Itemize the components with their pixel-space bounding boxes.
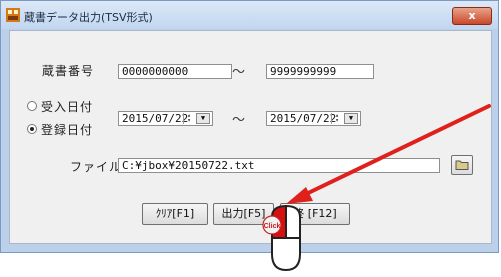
received-date-label: 受入日付 bbox=[41, 100, 94, 114]
received-date-radio[interactable] bbox=[27, 101, 37, 111]
close-window-button[interactable]: x bbox=[452, 7, 492, 25]
title-bar[interactable]: 蔵書データ出力(TSV形式) x bbox=[1, 1, 498, 29]
folder-icon bbox=[455, 160, 469, 170]
browse-folder-button[interactable] bbox=[451, 155, 473, 175]
registered-date-radio[interactable] bbox=[27, 124, 37, 134]
dialog-body: 蔵書番号 0000000000 ～ 9999999999 受入日付 登録日付 2… bbox=[9, 30, 492, 244]
output-button[interactable]: 出力[F5] bbox=[213, 203, 274, 225]
book-number-from-input[interactable]: 0000000000 bbox=[118, 64, 232, 79]
date-from-dropdown-icon[interactable]: ▼ bbox=[196, 113, 210, 124]
book-number-label: 蔵書番号 bbox=[42, 64, 95, 78]
book-number-to-input[interactable]: 9999999999 bbox=[266, 64, 374, 79]
range-separator: ～ bbox=[232, 65, 246, 80]
app-icon bbox=[6, 8, 20, 22]
date-from-spin-icon[interactable]: ▴ ▾ bbox=[183, 113, 194, 124]
date-to-dropdown-icon[interactable]: ▼ bbox=[344, 113, 358, 124]
date-to-spin-icon[interactable]: ▴ ▾ bbox=[331, 113, 342, 124]
date-to-value: 2015/07/22 bbox=[270, 112, 337, 125]
close-icon: x bbox=[468, 9, 476, 22]
export-dialog-window: 蔵書データ出力(TSV形式) x 蔵書番号 0000000000 ～ 99999… bbox=[0, 0, 499, 253]
date-from-picker[interactable]: 2015/07/22 ▴ ▾ ▼ bbox=[118, 111, 213, 126]
clear-button[interactable]: ｸﾘｱ[F1] bbox=[142, 203, 208, 225]
file-name-input[interactable]: C:¥jbox¥20150722.txt bbox=[118, 158, 440, 173]
window-title: 蔵書データ出力(TSV形式) bbox=[24, 11, 153, 24]
registered-date-label: 登録日付 bbox=[41, 123, 94, 137]
exit-button[interactable]: 終 [F12] bbox=[280, 203, 350, 225]
exit-button-label: 終 bbox=[293, 207, 305, 220]
exit-button-key: [F12] bbox=[307, 207, 337, 220]
date-from-value: 2015/07/22 bbox=[122, 112, 189, 125]
date-to-picker[interactable]: 2015/07/22 ▴ ▾ ▼ bbox=[266, 111, 361, 126]
date-range-separator: ～ bbox=[232, 113, 246, 128]
